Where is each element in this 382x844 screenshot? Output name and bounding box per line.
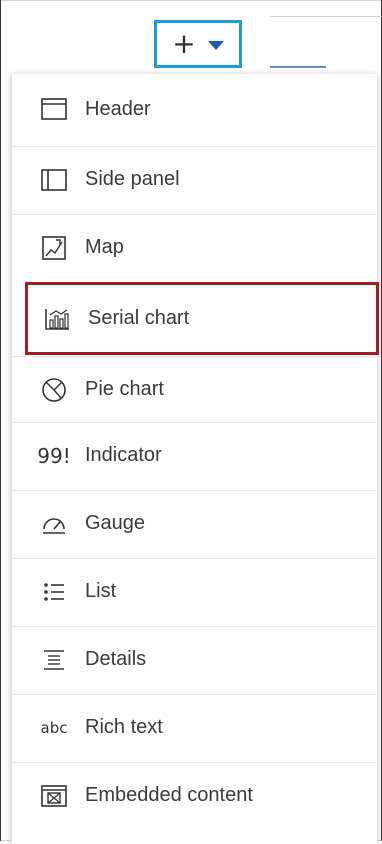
- map-icon: [37, 231, 71, 265]
- menu-item-side-panel[interactable]: Side panel: [11, 146, 376, 212]
- rich-text-icon: abc: [40, 718, 68, 737]
- details-icon: [37, 643, 71, 677]
- menu-item-label: Serial chart: [88, 307, 190, 329]
- menu-item-label: Side panel: [85, 168, 180, 190]
- list-icon: [37, 575, 71, 609]
- toolbar-divider: [270, 16, 382, 17]
- caret-down-icon: [207, 41, 224, 50]
- menu-item-label: Map: [85, 236, 124, 258]
- menu-item-label: Rich text: [85, 716, 163, 738]
- menu-item-gauge[interactable]: Gauge: [11, 490, 376, 556]
- menu-item-details[interactable]: Details: [11, 626, 376, 692]
- menu-item-label: Gauge: [85, 512, 146, 534]
- menu-item-rich-text[interactable]: abc Rich text: [11, 694, 376, 760]
- header-icon: [37, 92, 71, 126]
- plus-icon: +: [172, 27, 196, 60]
- indicator-icon: 99!: [37, 443, 71, 468]
- menu-item-embedded-content[interactable]: Embedded content: [11, 762, 376, 828]
- serial-chart-icon: [40, 302, 74, 336]
- menu-item-label: Indicator: [85, 444, 162, 466]
- menu-item-label: Details: [85, 648, 147, 670]
- menu-item-list[interactable]: List: [11, 558, 376, 624]
- menu-item-label: Embedded content: [85, 784, 253, 806]
- menu-item-map[interactable]: Map: [11, 214, 376, 280]
- tab-underline: [270, 66, 326, 68]
- menu-item-label: Pie chart: [85, 378, 164, 400]
- pie-chart-icon: [37, 373, 71, 407]
- side-panel-icon: [37, 163, 71, 197]
- menu-item-pie-chart[interactable]: Pie chart: [11, 356, 376, 422]
- left-border: [0, 0, 1, 841]
- add-element-button[interactable]: +: [154, 20, 242, 68]
- menu-item-indicator[interactable]: 99! Indicator: [11, 422, 376, 488]
- menu-item-label: List: [85, 580, 117, 602]
- embedded-content-icon: [37, 779, 71, 813]
- menu-item-label: Header: [85, 97, 151, 120]
- gauge-icon: [37, 507, 71, 541]
- menu-item-header[interactable]: Header: [11, 76, 376, 142]
- menu-item-serial-chart[interactable]: Serial chart: [25, 282, 379, 355]
